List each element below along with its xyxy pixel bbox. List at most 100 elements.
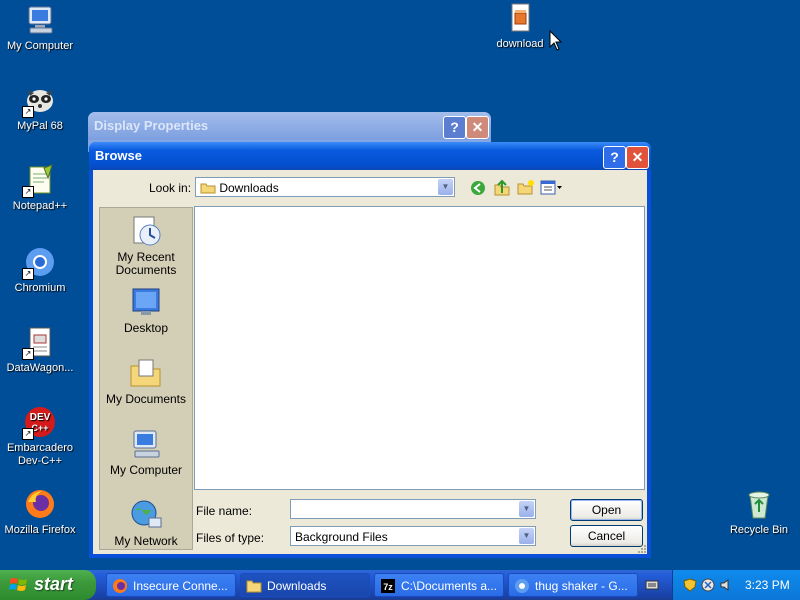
- network-globe-icon: [129, 498, 163, 532]
- security-shield-icon[interactable]: [683, 578, 697, 595]
- desktop-icon-devcpp[interactable]: DEV C++ ↗ Embarcadero Dev-C++: [0, 406, 80, 468]
- look-in-value: Downloads: [219, 181, 279, 195]
- recent-documents-icon: [129, 214, 163, 248]
- taskbar-item-chromium[interactable]: thug shaker - G...: [508, 573, 638, 597]
- desktop-icon-label: Mozilla Firefox: [4, 524, 76, 536]
- firefox-icon: [24, 488, 56, 520]
- places-desktop[interactable]: Desktop: [100, 285, 192, 335]
- taskbar-item-label: thug shaker - G...: [535, 579, 628, 593]
- desktop-icon-download[interactable]: download: [480, 2, 560, 51]
- document-icon: ↗: [22, 326, 56, 360]
- browse-dialog[interactable]: Browse ? ✕ Look in: Downloads ▼ My Recen…: [89, 142, 651, 558]
- taskbar-item-firefox[interactable]: Insecure Conne...: [106, 573, 236, 597]
- folder-icon: [200, 180, 216, 194]
- taskbar-item-7zip[interactable]: 7z C:\Documents a...: [374, 573, 504, 597]
- archive-icon: [504, 2, 536, 34]
- raccoon-icon: ↗: [22, 84, 56, 118]
- start-label: start: [34, 574, 74, 594]
- chromium-icon: [514, 578, 530, 594]
- resize-grip-icon[interactable]: [637, 544, 647, 557]
- cancel-button[interactable]: Cancel: [570, 525, 643, 547]
- files-of-type-label: Files of type:: [196, 531, 265, 545]
- desktop-icon-label: MyPal 68: [17, 120, 63, 132]
- places-my-documents[interactable]: My Documents: [100, 356, 192, 406]
- chromium-icon: ↗: [22, 246, 56, 280]
- look-in-dropdown[interactable]: Downloads ▼: [195, 177, 455, 197]
- desktop-icon-label: My Computer: [6, 40, 74, 52]
- places-label: My Network: [114, 534, 178, 548]
- files-of-type-value: Background Files: [295, 530, 388, 544]
- 7zip-icon: 7z: [380, 578, 396, 594]
- desktop-icon-label: Embarcadero Dev-C++: [6, 442, 74, 467]
- desktop-icon-label: Chromium: [14, 282, 66, 294]
- close-button[interactable]: ✕: [626, 146, 649, 169]
- mouse-cursor-icon: [549, 29, 563, 55]
- svg-text:7z: 7z: [383, 582, 393, 592]
- desktop-icon-notepadpp[interactable]: ↗ Notepad++: [0, 164, 80, 213]
- system-tray: 3:23 PM: [672, 570, 800, 600]
- desktop-icon-firefox[interactable]: Mozilla Firefox: [0, 488, 80, 537]
- shortcut-arrow-icon: ↗: [22, 348, 34, 360]
- file-list-view[interactable]: [194, 206, 645, 490]
- look-in-label: Look in:: [149, 181, 192, 195]
- clock[interactable]: 3:23 PM: [745, 578, 790, 592]
- volume-icon[interactable]: [719, 578, 733, 595]
- places-my-network[interactable]: My Network: [100, 498, 192, 548]
- svg-text:C++: C++: [31, 423, 48, 433]
- notepad-plus-plus-icon: ↗: [22, 164, 56, 198]
- desktop-icon-chromium[interactable]: ↗ Chromium: [0, 246, 80, 295]
- shortcut-arrow-icon: ↗: [22, 186, 34, 198]
- close-button[interactable]: ✕: [466, 116, 489, 139]
- help-button[interactable]: ?: [603, 146, 626, 169]
- taskbar-item-label: Insecure Conne...: [133, 579, 228, 593]
- shortcut-arrow-icon: ↗: [22, 106, 34, 118]
- new-folder-icon[interactable]: [517, 179, 535, 200]
- places-label: My Documents: [105, 392, 187, 406]
- window-title: Display Properties: [94, 118, 209, 133]
- dev-cpp-icon: DEV C++ ↗: [22, 406, 56, 440]
- places-my-recent-documents[interactable]: My Recent Documents: [100, 214, 192, 277]
- firefox-icon: [112, 578, 128, 594]
- views-menu-icon[interactable]: [540, 180, 564, 199]
- open-button[interactable]: Open: [570, 499, 643, 521]
- chevron-down-icon[interactable]: ▼: [519, 501, 534, 517]
- taskbar-item-downloads[interactable]: Downloads: [240, 573, 370, 597]
- browse-client-area: Look in: Downloads ▼ My Recent Documents…: [93, 170, 647, 554]
- file-name-input[interactable]: ▼: [290, 499, 536, 519]
- keyboard-icon[interactable]: [645, 578, 659, 595]
- chevron-down-icon[interactable]: ▼: [438, 179, 453, 195]
- desktop-icon-label: DataWagon...: [6, 362, 74, 374]
- desktop-icon-recycle-bin[interactable]: Recycle Bin: [719, 488, 799, 537]
- places-label: My Computer: [109, 463, 183, 477]
- up-folder-icon[interactable]: [493, 179, 511, 200]
- computer-icon: [24, 4, 56, 36]
- desktop-icon-label: Notepad++: [12, 200, 68, 212]
- start-button[interactable]: start: [0, 570, 96, 600]
- files-of-type-dropdown[interactable]: Background Files ▼: [290, 526, 536, 546]
- desktop-icon-mypal[interactable]: ↗ MyPal 68: [0, 84, 80, 133]
- places-my-computer[interactable]: My Computer: [100, 427, 192, 477]
- desktop-icon-my-computer[interactable]: My Computer: [0, 4, 80, 53]
- places-bar: My Recent Documents Desktop My Documents…: [99, 207, 193, 550]
- taskbar: start Insecure Conne... Downloads 7z C:\…: [0, 570, 800, 600]
- taskbar-item-label: Downloads: [267, 579, 327, 593]
- back-icon[interactable]: [470, 180, 486, 199]
- chevron-down-icon[interactable]: ▼: [519, 528, 534, 544]
- display-properties-titlebar[interactable]: Display Properties ? ✕: [88, 112, 491, 140]
- window-title: Browse: [95, 148, 142, 163]
- desktop-icon-datawagon[interactable]: ↗ DataWagon...: [0, 326, 80, 375]
- windows-logo-icon: [9, 576, 29, 597]
- network-icon[interactable]: [701, 578, 715, 595]
- folder-icon: [246, 578, 262, 594]
- computer-icon: [129, 427, 163, 461]
- browse-titlebar[interactable]: Browse ? ✕: [89, 142, 651, 170]
- shortcut-arrow-icon: ↗: [22, 428, 34, 440]
- help-button[interactable]: ?: [443, 116, 466, 139]
- taskbar-item-label: C:\Documents a...: [401, 579, 498, 593]
- places-label: My Recent Documents: [115, 250, 177, 277]
- recycle-bin-icon: [743, 488, 775, 520]
- shortcut-arrow-icon: ↗: [22, 268, 34, 280]
- desktop-icon: [129, 285, 163, 319]
- svg-text:DEV: DEV: [30, 412, 51, 423]
- desktop-icon-label: download: [496, 38, 544, 50]
